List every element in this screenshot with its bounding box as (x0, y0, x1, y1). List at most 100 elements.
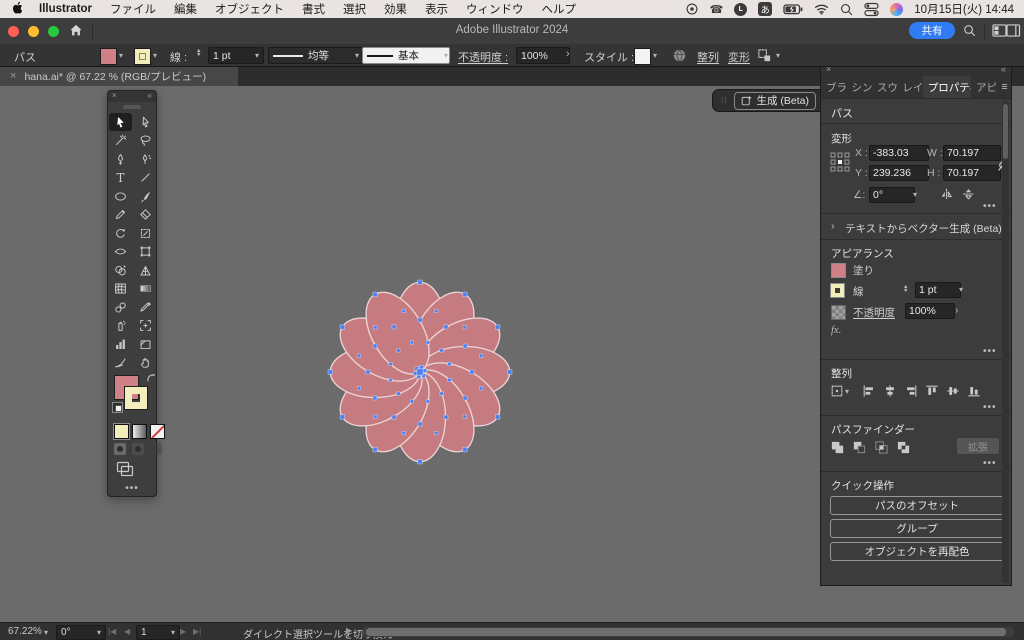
align-right-icon[interactable] (904, 384, 918, 398)
spotlight-icon[interactable] (840, 3, 853, 16)
swap-fill-stroke-icon[interactable] (146, 373, 156, 383)
zoom-chevron-icon[interactable]: ▾ (44, 629, 48, 637)
stroke-proxy-swatch[interactable] (125, 387, 147, 409)
tab-symbols[interactable]: シン (846, 76, 871, 98)
mesh-tool[interactable] (109, 280, 132, 298)
screen-mode-icon[interactable] (116, 461, 134, 477)
more-options-chevron-icon[interactable]: ▾ (776, 52, 780, 60)
pathfinder-minus-front-icon[interactable] (852, 440, 867, 455)
slice-tool[interactable] (134, 335, 157, 353)
angle-chevron-icon[interactable]: ▾ (913, 191, 917, 199)
gradient-tool[interactable] (134, 280, 157, 298)
lasso-tool[interactable] (134, 132, 157, 150)
gradient-mode-button[interactable] (132, 424, 147, 439)
align-top-icon[interactable] (925, 384, 939, 398)
h-field[interactable]: 70.197 (943, 165, 1001, 181)
panel-scrollbar-thumb[interactable] (1003, 104, 1008, 159)
symbol-sprayer-tool[interactable] (109, 317, 132, 335)
wifi-icon[interactable] (814, 3, 829, 15)
pathfinder-unite-icon[interactable] (830, 440, 845, 455)
pathfinder-more[interactable]: ••• (983, 458, 997, 469)
horizontal-scrollbar-thumb[interactable] (366, 628, 1006, 636)
group-button[interactable]: グループ (830, 519, 1004, 538)
menu-select[interactable]: 選択 (334, 1, 375, 17)
magic-wand-tool[interactable] (109, 132, 132, 150)
opacity-label[interactable]: 不透明度 : (458, 49, 508, 65)
apple-menu[interactable] (0, 1, 32, 18)
pencil-tool[interactable] (109, 206, 132, 224)
stroke-width-field[interactable]: 1 pt▾ (208, 47, 264, 64)
tab-swatches[interactable]: スウ (872, 76, 897, 98)
direct-selection-tool[interactable] (134, 113, 157, 131)
none-mode-button[interactable] (150, 424, 165, 439)
menu-file[interactable]: ファイル (101, 1, 165, 17)
menu-edit[interactable]: 編集 (165, 1, 206, 17)
tab-layers[interactable]: レイ (897, 76, 922, 98)
first-artboard-icon[interactable]: |◀ (108, 627, 116, 636)
tab-appearance[interactable]: アピ (971, 76, 996, 98)
rotate-tool[interactable] (109, 224, 132, 242)
control-center-icon[interactable] (864, 2, 879, 17)
taskbar-grip-icon[interactable]: ⁞⁞ (721, 96, 727, 105)
width-profile-dropdown[interactable]: 均等▾ (268, 47, 364, 64)
phone-status-icon[interactable]: ☎ (710, 3, 724, 16)
pathfinder-exclude-icon[interactable] (896, 440, 911, 455)
opacity-field[interactable]: 100% (516, 47, 570, 64)
tab-properties[interactable]: プロパティ (923, 76, 971, 98)
style-chevron-icon[interactable]: ▾ (653, 52, 657, 60)
brush-dropdown[interactable]: 基本 (362, 47, 450, 64)
align-vcenter-icon[interactable] (946, 384, 960, 398)
rotation-field[interactable]: 0°▾ (56, 625, 106, 640)
menu-object[interactable]: オブジェクト (206, 1, 293, 17)
pen-tool[interactable] (109, 150, 132, 168)
line-segment-tool[interactable] (134, 169, 157, 187)
align-hcenter-icon[interactable] (883, 384, 897, 398)
siri-icon[interactable] (890, 3, 903, 16)
horizontal-scrollbar[interactable] (362, 627, 1014, 637)
color-mode-button[interactable] (114, 424, 129, 439)
generate-button[interactable]: 生成 (Beta) (734, 92, 816, 110)
appearance-opacity-swatch[interactable] (831, 305, 846, 320)
panel-layout-icon[interactable] (1006, 24, 1021, 37)
appearance-stroke-width-field[interactable]: 1 pt (915, 282, 961, 298)
stroke-color-swatch[interactable] (134, 48, 151, 65)
zoom-level[interactable]: 67.22% (8, 626, 42, 637)
reference-point-icon[interactable] (829, 151, 851, 173)
screen-status-icon[interactable] (685, 2, 699, 16)
workspace-layout-icon[interactable] (992, 24, 1007, 37)
appearance-fill-swatch[interactable] (831, 263, 846, 278)
width-tool[interactable] (109, 243, 132, 261)
angle-field[interactable]: 0° (869, 187, 915, 203)
paintbrush-tool[interactable] (134, 187, 157, 205)
selection-tool[interactable] (109, 113, 132, 131)
fx-label[interactable]: fx. (831, 325, 841, 336)
align-bottom-icon[interactable] (967, 384, 981, 398)
panel-scrollbar[interactable] (1002, 101, 1009, 583)
more-options-icon[interactable] (757, 48, 772, 63)
flip-vertical-icon[interactable] (961, 187, 976, 201)
appearance-more[interactable]: ••• (983, 346, 997, 357)
align-more[interactable]: ••• (983, 402, 997, 413)
default-fill-stroke-icon[interactable] (112, 402, 123, 413)
y-field[interactable]: 239.236 (869, 165, 929, 181)
expand-button[interactable]: 拡張 (957, 438, 999, 454)
artboard-field[interactable]: 1▾ (136, 625, 180, 640)
text-to-vector-label[interactable]: テキストからベクター生成 (Beta) (845, 221, 1002, 236)
appearance-opacity-field[interactable]: 100% (905, 303, 955, 319)
tools-panel-header[interactable]: × « (108, 91, 156, 102)
eyedropper-tool[interactable] (134, 298, 157, 316)
align-link[interactable]: 整列 (697, 49, 719, 65)
transform-more[interactable]: ••• (983, 201, 997, 212)
stroke-width-stepper[interactable]: ▲▼ (196, 49, 201, 57)
knife-tool[interactable] (109, 354, 132, 372)
brush-chevron-icon[interactable]: ▾ (444, 52, 448, 60)
stroke-chevron-icon[interactable]: ▾ (153, 52, 157, 60)
battery-icon[interactable] (783, 4, 803, 15)
globe-icon[interactable] (672, 48, 687, 63)
align-to-icon[interactable] (830, 384, 844, 398)
graph-tool[interactable] (109, 335, 132, 353)
opacity-popup-icon[interactable]: › (566, 48, 570, 60)
align-left-icon[interactable] (862, 384, 876, 398)
draw-normal-mode-icon[interactable] (114, 443, 126, 455)
menu-window[interactable]: ウィンドウ (457, 1, 533, 17)
